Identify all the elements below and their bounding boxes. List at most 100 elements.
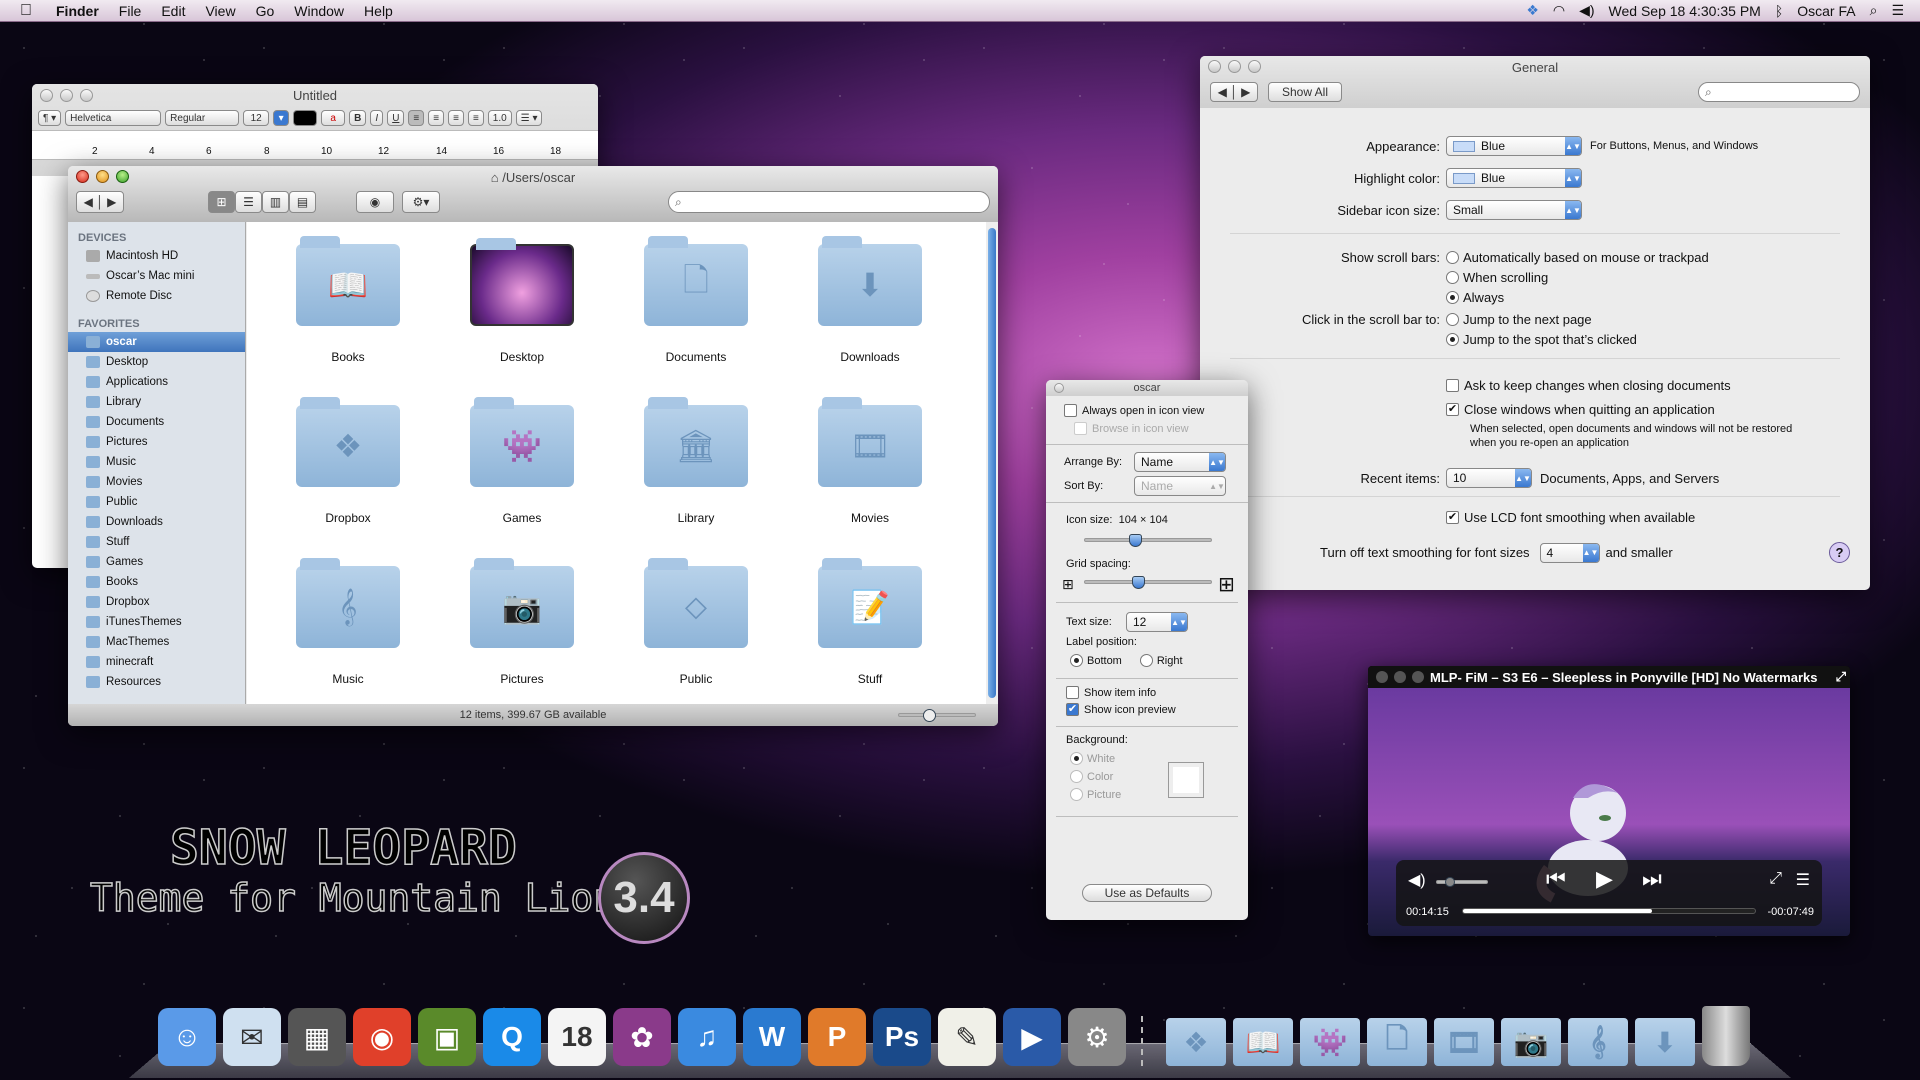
icon-size-slider[interactable] <box>1084 534 1212 547</box>
dock-itunes-icon[interactable]: ♫ <box>678 1008 736 1066</box>
sort-by-popup[interactable]: Name ▲▼ <box>1134 476 1226 496</box>
file-item-stuff[interactable]: 📝 Stuff <box>783 558 957 723</box>
use-as-defaults-button[interactable]: Use as Defaults <box>1082 884 1212 902</box>
sidebar-item-macintosh-hd[interactable]: Macintosh HD <box>68 246 245 266</box>
sidebar-item-public[interactable]: Public <box>68 492 245 512</box>
sidebar-icon-size-popup[interactable]: Small ▲▼ <box>1446 200 1582 220</box>
radio-scroll-always[interactable] <box>1446 291 1459 304</box>
volume-icon[interactable]: ◀) <box>1579 2 1594 19</box>
menu-window[interactable]: Window <box>284 3 354 19</box>
highlight-color-popup[interactable]: Blue ▲▼ <box>1446 168 1582 188</box>
dock-media-player-icon[interactable]: ▶ <box>1003 1008 1061 1066</box>
justify-button[interactable]: ≡ <box>467 110 484 126</box>
minimize-button[interactable] <box>96 170 109 183</box>
dock-stack-games-icon[interactable]: 👾 <box>1300 1018 1360 1066</box>
align-center-button[interactable]: ≡ <box>428 110 445 126</box>
vertical-scrollbar[interactable] <box>986 222 998 704</box>
radio-bg-color[interactable] <box>1070 770 1083 783</box>
minimize-button[interactable] <box>1228 60 1241 73</box>
search-input[interactable]: ⌕ <box>668 191 990 213</box>
font-family-popup[interactable]: Helvetica <box>65 110 162 126</box>
sidebar-item-dropbox[interactable]: Dropbox <box>68 592 245 612</box>
align-right-button[interactable]: ≡ <box>448 110 464 126</box>
highlight-color-well[interactable]: a <box>321 110 346 126</box>
show-all-button[interactable]: Show All <box>1268 82 1342 102</box>
slider-knob[interactable] <box>923 709 937 722</box>
close-button[interactable] <box>1376 671 1388 683</box>
zoom-button[interactable] <box>1412 671 1424 683</box>
dock-mail-icon[interactable]: ✉ <box>223 1008 281 1066</box>
slider-knob[interactable] <box>1129 534 1143 547</box>
dock-dashboard-icon[interactable]: ▦ <box>288 1008 346 1066</box>
bluetooth-icon[interactable]: ᛒ <box>1775 3 1783 19</box>
dock-word-icon[interactable]: W <box>743 1008 801 1066</box>
file-item-desktop[interactable]: Desktop <box>435 238 609 401</box>
dock-stack-music-icon[interactable]: 𝄞 <box>1568 1018 1628 1066</box>
sidebar-item-minecraft[interactable]: minecraft <box>68 652 245 672</box>
icon-size-slider[interactable] <box>898 709 976 722</box>
line-spacing-popup[interactable]: 1.0 <box>487 110 512 126</box>
appearance-popup[interactable]: Blue ▲▼ <box>1446 136 1582 156</box>
file-item-downloads[interactable]: ⬇ Downloads <box>783 236 957 401</box>
action-menu-button[interactable]: ⚙▾ <box>402 191 440 213</box>
menu-app-finder[interactable]: Finder <box>46 3 109 19</box>
dock-photoshop-icon[interactable]: Ps <box>873 1008 931 1066</box>
italic-button[interactable]: I <box>370 110 384 126</box>
browse-icon-view-checkbox[interactable] <box>1074 422 1087 435</box>
play-button[interactable]: ▶ <box>1596 866 1613 892</box>
dock-trash-icon[interactable] <box>1702 1006 1750 1066</box>
fullscreen-icon[interactable]: ⤢ <box>1836 669 1850 685</box>
dock-stack-dropbox-icon[interactable]: ❖ <box>1166 1018 1226 1066</box>
slider-knob[interactable] <box>1131 576 1145 589</box>
file-item-public[interactable]: ⬦ Public <box>609 558 783 723</box>
file-item-dropbox[interactable]: ❖ Dropbox <box>261 397 435 562</box>
video-frame[interactable]: ◀) ⏮ ▶ ⏭ ⤢ ☰ 00:14:15 -00:07:49 <box>1368 688 1850 936</box>
volume-icon[interactable]: ◀) <box>1408 870 1426 890</box>
sidebar-item-downloads[interactable]: Downloads <box>68 512 245 532</box>
playlist-button[interactable]: ☰ <box>1796 870 1810 890</box>
sidebar-item-remote-disc[interactable]: Remote Disc <box>68 286 245 306</box>
spotlight-icon[interactable]: ⌕ <box>1870 2 1878 19</box>
list-view-button[interactable]: ☰ <box>235 191 262 213</box>
sidebar-item-music[interactable]: Music <box>68 452 245 472</box>
back-button[interactable]: ◀ <box>84 195 93 209</box>
file-item-books[interactable]: 📖 Books <box>261 236 435 401</box>
dock-stack-pictures-icon[interactable]: 📷 <box>1501 1018 1561 1066</box>
file-item-documents[interactable]: 🗋 Documents <box>609 236 783 401</box>
show-item-info-checkbox[interactable] <box>1066 686 1079 699</box>
text-color-well[interactable] <box>293 110 318 126</box>
sidebar-item-movies[interactable]: Movies <box>68 472 245 492</box>
dock-quicktime-icon[interactable]: Q <box>483 1008 541 1066</box>
sidebar-item-documents[interactable]: Documents <box>68 412 245 432</box>
close-button[interactable] <box>40 88 53 102</box>
sidebar-item-mac-mini[interactable]: Oscar’s Mac mini <box>68 266 245 286</box>
radio-jump-next-page[interactable] <box>1446 313 1459 326</box>
zoom-button[interactable] <box>116 170 129 183</box>
cover-flow-button[interactable]: ▤ <box>289 191 316 213</box>
dock-minecraft-icon[interactable]: ▣ <box>418 1008 476 1066</box>
align-left-button[interactable]: ≡ <box>408 110 425 126</box>
menu-view[interactable]: View <box>195 3 245 19</box>
arrange-by-popup[interactable]: Name ▲▼ <box>1134 452 1226 472</box>
clock[interactable]: Wed Sep 18 4:30:35 PM <box>1609 3 1761 19</box>
always-open-icon-view-checkbox[interactable] <box>1064 404 1077 417</box>
icon-view-button[interactable]: ⊞ <box>208 191 235 213</box>
ask-keep-changes-checkbox[interactable] <box>1446 379 1459 392</box>
sidebar-item-games[interactable]: Games <box>68 552 245 572</box>
sidebar-item-resources[interactable]: Resources <box>68 672 245 692</box>
recent-items-popup[interactable]: 10 ▲▼ <box>1446 468 1532 488</box>
underline-button[interactable]: U <box>387 110 405 126</box>
menu-edit[interactable]: Edit <box>151 3 195 19</box>
paragraph-style-popup[interactable]: ¶ ▾ <box>38 110 62 126</box>
sidebar-item-books[interactable]: Books <box>68 572 245 592</box>
list-style-popup[interactable]: ☰ ▾ <box>515 110 543 126</box>
dock-finder-icon[interactable]: ☺ <box>158 1008 216 1066</box>
sidebar-item-stuff[interactable]: Stuff <box>68 532 245 552</box>
file-item-movies[interactable]: 🎞 Movies <box>783 397 957 562</box>
zoom-button[interactable] <box>80 88 93 102</box>
search-input[interactable]: ⌕ <box>1698 82 1860 102</box>
font-size-dropdown[interactable]: ▾ <box>273 110 290 126</box>
sidebar-item-applications[interactable]: Applications <box>68 372 245 392</box>
dock-chrome-icon[interactable]: ◉ <box>353 1008 411 1066</box>
radio-label-bottom[interactable] <box>1070 654 1083 667</box>
